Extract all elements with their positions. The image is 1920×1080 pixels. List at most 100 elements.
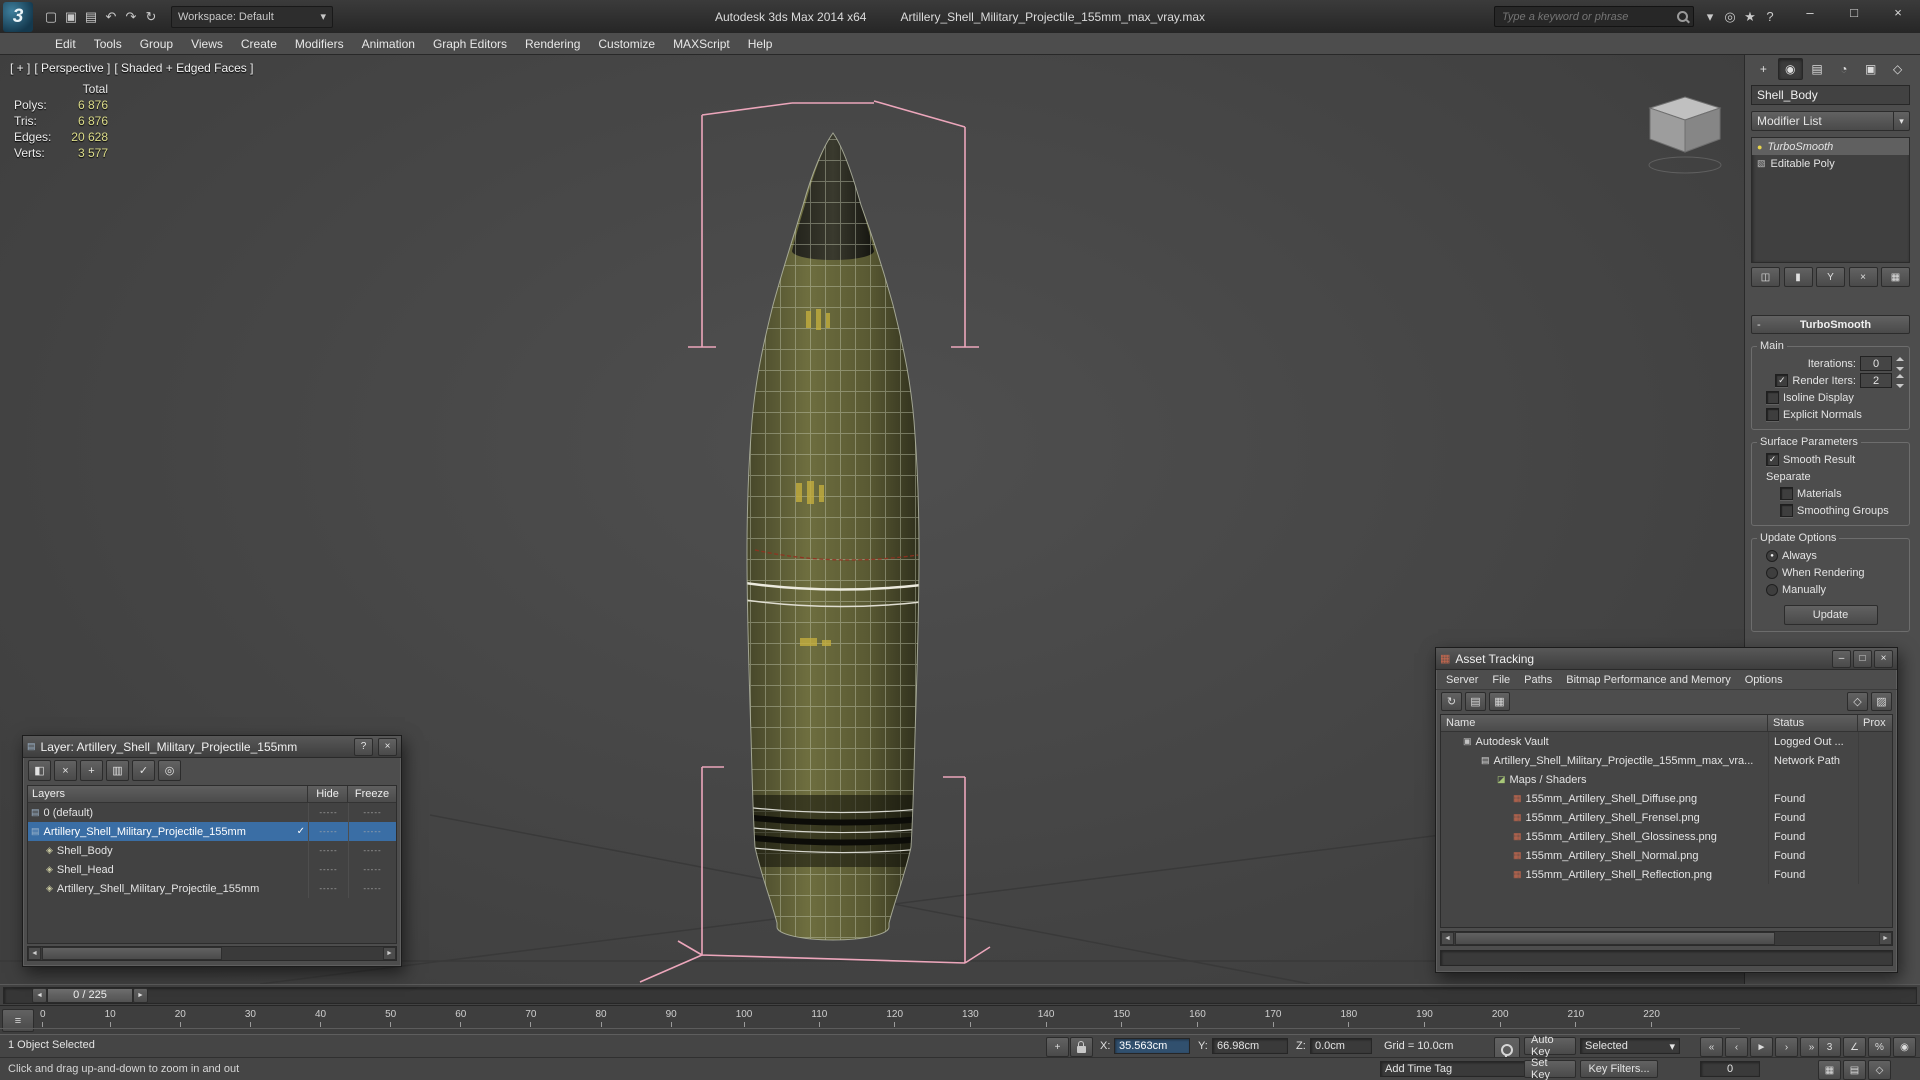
- motion-tab[interactable]: ◔: [1831, 58, 1856, 80]
- asset-row[interactable]: ▤ Artillery_Shell_Military_Projectile_15…: [1441, 751, 1892, 770]
- play-button[interactable]: ►: [1750, 1037, 1773, 1057]
- utilities-tab[interactable]: ◇: [1885, 58, 1910, 80]
- layer-row[interactable]: ◈ Artillery_Shell_Military_Projectile_15…: [28, 879, 396, 898]
- smooth-result-checkbox[interactable]: ✓: [1766, 453, 1779, 466]
- snap-toggle-icon[interactable]: 3: [1818, 1037, 1841, 1057]
- proxy-column-header[interactable]: Prox: [1858, 715, 1892, 732]
- freeze-toggle[interactable]: -----: [348, 822, 396, 841]
- isoline-display-checkbox[interactable]: [1766, 391, 1779, 404]
- layer-row[interactable]: ▤ Artillery_Shell_Military_Projectile_15…: [28, 822, 396, 841]
- menu-item[interactable]: Views: [182, 35, 232, 53]
- menu-item[interactable]: Customize: [589, 35, 664, 53]
- spinner-snap-icon[interactable]: ◉: [1893, 1037, 1916, 1057]
- undo-icon[interactable]: ↶: [101, 7, 121, 27]
- add-to-layer-icon[interactable]: +: [80, 760, 103, 781]
- layer-row[interactable]: ◈ Shell_Head ----- -----: [28, 860, 396, 879]
- open-file-icon[interactable]: ▣: [61, 7, 81, 27]
- hide-toggle[interactable]: -----: [308, 822, 348, 841]
- layers-column-header[interactable]: Layers: [28, 786, 308, 803]
- hide-toggle[interactable]: -----: [308, 803, 348, 822]
- asset-menu-item[interactable]: Paths: [1517, 674, 1559, 686]
- help-icon[interactable]: ?: [1760, 7, 1780, 27]
- next-frame-button[interactable]: ›: [1775, 1037, 1798, 1057]
- delete-layer-icon[interactable]: ×: [54, 760, 77, 781]
- object-name-field[interactable]: Shell_Body: [1751, 85, 1910, 105]
- render-iters-field[interactable]: 2: [1860, 373, 1892, 388]
- create-layer-icon[interactable]: ◧: [28, 760, 51, 781]
- minimize-button[interactable]: –: [1832, 649, 1851, 668]
- absolute-mode-button[interactable]: +: [1046, 1037, 1069, 1057]
- search-settings-icon[interactable]: ▾: [1700, 7, 1720, 27]
- next-frame-arrow[interactable]: ►: [133, 987, 148, 1003]
- status-column-header[interactable]: Status: [1768, 715, 1858, 732]
- maximize-button[interactable]: □: [1832, 0, 1876, 24]
- selection-lock-button[interactable]: [1070, 1037, 1093, 1057]
- search-icon[interactable]: [1677, 11, 1688, 22]
- key-filters-button[interactable]: Key Filters...: [1580, 1060, 1658, 1078]
- hierarchy-tab[interactable]: ▤: [1805, 58, 1830, 80]
- vault-settings-icon[interactable]: ◇: [1847, 691, 1868, 711]
- y-coordinate-field[interactable]: 66.98cm: [1212, 1038, 1288, 1054]
- prev-frame-button[interactable]: ‹: [1725, 1037, 1748, 1057]
- asset-dialog-titlebar[interactable]: ▦ Asset Tracking – □ ×: [1436, 648, 1897, 670]
- menu-item[interactable]: Create: [232, 35, 286, 53]
- display-filter-icon[interactable]: ▤: [1843, 1060, 1866, 1080]
- auto-key-button[interactable]: Auto Key: [1524, 1034, 1576, 1058]
- workspace-selector[interactable]: Workspace: Default ▾: [171, 5, 333, 28]
- menu-item[interactable]: MAXScript: [664, 35, 739, 53]
- angle-snap-icon[interactable]: ∠: [1843, 1037, 1866, 1057]
- set-key-button[interactable]: Set Key: [1524, 1057, 1576, 1080]
- new-scene-icon[interactable]: ▢: [41, 7, 61, 27]
- asset-menu-item[interactable]: Bitmap Performance and Memory: [1559, 674, 1737, 686]
- minimize-button[interactable]: –: [1788, 0, 1832, 24]
- add-time-tag[interactable]: Add Time Tag: [1380, 1061, 1540, 1077]
- asset-menu-item[interactable]: Options: [1738, 674, 1790, 686]
- create-tab[interactable]: +: [1751, 58, 1776, 80]
- show-end-result-button[interactable]: ▮: [1783, 267, 1813, 287]
- asset-row[interactable]: ▦ 155mm_Artillery_Shell_Glossiness.png F…: [1441, 827, 1892, 846]
- maxscript-listener-icon[interactable]: ◇: [1868, 1060, 1891, 1080]
- modify-tab[interactable]: ◉: [1777, 58, 1803, 80]
- remove-modifier-button[interactable]: ×: [1848, 267, 1878, 287]
- layer-dialog-titlebar[interactable]: ▤ Layer: Artillery_Shell_Military_Projec…: [23, 736, 401, 758]
- viewport-menu-view[interactable]: [ Perspective ]: [34, 61, 110, 75]
- freeze-toggle[interactable]: -----: [348, 860, 396, 879]
- refresh-icon[interactable]: ↻: [1441, 691, 1462, 711]
- menu-item[interactable]: Animation: [353, 35, 424, 53]
- modifier-stack-row[interactable]: ▧ Editable Poly: [1752, 155, 1909, 172]
- modifier-stack[interactable]: ● TurboSmooth ▧ Editable Poly: [1751, 137, 1910, 263]
- viewport-menu-shading[interactable]: [ Shaded + Edged Faces ]: [114, 61, 253, 75]
- turbosmooth-rollout-header[interactable]: - TurboSmooth: [1751, 315, 1910, 334]
- current-frame-field[interactable]: 0: [1700, 1061, 1760, 1077]
- go-start-button[interactable]: «: [1700, 1037, 1723, 1057]
- menu-item[interactable]: Help: [739, 35, 782, 53]
- save-file-icon[interactable]: ▤: [81, 7, 101, 27]
- close-button[interactable]: ×: [1874, 649, 1893, 668]
- time-slider-handle[interactable]: 0 / 225: [47, 987, 133, 1003]
- percent-snap-icon[interactable]: %: [1868, 1037, 1891, 1057]
- render-iters-spinner[interactable]: [1896, 373, 1905, 388]
- modifier-stack-row[interactable]: ● TurboSmooth: [1752, 138, 1909, 155]
- fetch-icon[interactable]: ↻: [141, 7, 161, 27]
- details-view-icon[interactable]: ▦: [1489, 691, 1510, 711]
- iterations-field[interactable]: 0: [1860, 356, 1892, 371]
- menu-item[interactable]: Graph Editors: [424, 35, 516, 53]
- display-tab[interactable]: ▣: [1858, 58, 1883, 80]
- update-option-radio[interactable]: [1766, 566, 1778, 579]
- search-input[interactable]: [1500, 9, 1672, 24]
- asset-row[interactable]: ◪ Maps / Shaders: [1441, 770, 1892, 789]
- layer-horizontal-scrollbar[interactable]: ◄ ►: [27, 946, 397, 961]
- make-unique-button[interactable]: Y: [1816, 267, 1845, 287]
- viewport-menu-plus[interactable]: [ + ]: [10, 61, 30, 75]
- set-current-layer-icon[interactable]: ✓: [132, 760, 155, 781]
- hide-column-header[interactable]: Hide: [308, 786, 348, 803]
- track-bar[interactable]: ≡ 0 10 20 30 40 50 60 70 80 90 100 110 120 130 140 150 1…: [0, 1006, 1920, 1035]
- close-button[interactable]: ×: [378, 737, 397, 756]
- freeze-toggle[interactable]: -----: [348, 803, 396, 822]
- update-option-radio[interactable]: ●: [1766, 549, 1778, 562]
- highlight-layer-icon[interactable]: ◎: [158, 760, 181, 781]
- select-layer-objects-icon[interactable]: ▥: [106, 760, 129, 781]
- isolate-selection-icon[interactable]: ▦: [1818, 1060, 1841, 1080]
- materials-checkbox[interactable]: [1780, 487, 1793, 500]
- menu-item[interactable]: Rendering: [516, 35, 589, 53]
